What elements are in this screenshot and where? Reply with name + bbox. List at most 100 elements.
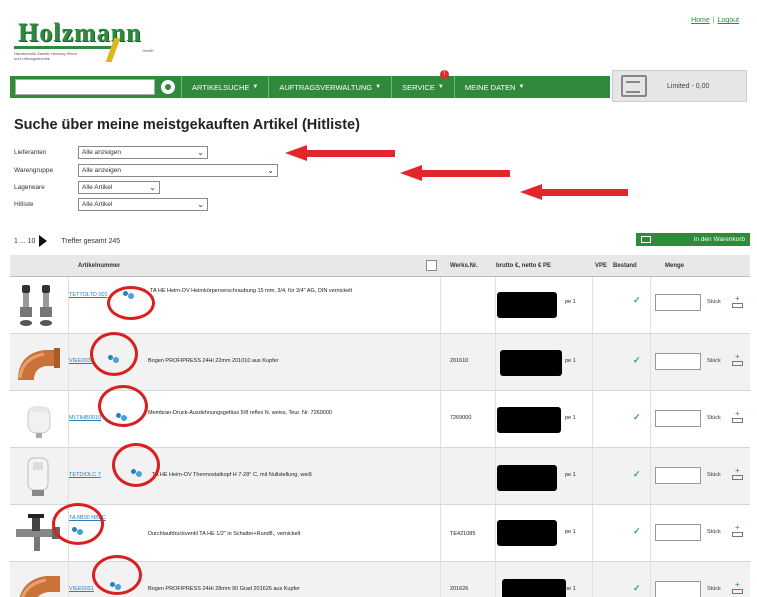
product-image-expansion-vessel (27, 406, 51, 438)
page-range: 1 ... 10 (14, 237, 36, 245)
hitliste-select[interactable]: Alle Artikel ⌄ (78, 197, 208, 211)
redacted-price (500, 350, 562, 376)
next-page-icon[interactable] (39, 235, 48, 247)
lagerware-select[interactable]: Alle Artikel ⌄ (78, 180, 160, 194)
nav-label: AUFTRAGSVERWALTUNG (279, 82, 373, 92)
button-label: in den Warenkorb (693, 236, 745, 243)
product-image-radiator-valve (20, 285, 52, 326)
nav-label: SERVICE (402, 82, 435, 92)
annotation-circle (98, 385, 148, 427)
quantity-input[interactable] (655, 353, 701, 370)
add-to-cart-icon[interactable]: + (732, 524, 744, 538)
check-icon: ✓ (633, 469, 641, 479)
chevron-down-icon: ⌄ (267, 165, 274, 175)
filter-lagerware: Lagerware Alle Artikel ⌄ (14, 180, 160, 194)
table-header: Artikelnummer Werks.Nr. brutto €, netto … (10, 255, 750, 277)
unit-label: Stück (707, 415, 721, 421)
nav-artikelsuche[interactable]: ARTIKELSUCHE ▼ (181, 76, 268, 98)
col-header-article-number[interactable]: Artikelnummer (78, 263, 120, 269)
logout-link[interactable]: Logout (718, 17, 739, 24)
werks-nr: 201626 (450, 586, 469, 592)
add-to-cart-icon[interactable]: + (732, 581, 744, 595)
annotation-circle (107, 286, 155, 320)
add-to-cart-icon[interactable]: + (732, 295, 744, 309)
product-image-copper-elbow (19, 576, 60, 597)
redacted-price (497, 465, 557, 491)
search-button[interactable] (161, 80, 175, 94)
hit-count: Treffer gesamt 245 (61, 237, 121, 245)
col-header-price[interactable]: brutto €, netto € PE (496, 263, 551, 269)
price-unit: pe 1 (565, 586, 576, 592)
product-image-thermostat-head (27, 457, 49, 496)
quantity-input[interactable] (655, 467, 701, 484)
article-number-link[interactable]: TETDIOLC 7 (69, 472, 101, 478)
quantity-input[interactable] (655, 524, 701, 541)
lieferanten-select[interactable]: Alle anzeigen ⌄ (78, 145, 208, 159)
home-link[interactable]: Home (691, 17, 710, 24)
quantity-input[interactable] (655, 294, 701, 311)
article-number-link[interactable]: MLTIHB0019 (69, 415, 101, 421)
logo-small-text: GmbH (142, 48, 154, 53)
check-icon: ✓ (633, 526, 641, 536)
add-to-cart-icon[interactable]: + (732, 410, 744, 424)
annotation-arrow (400, 165, 510, 181)
chevron-down-icon: ⌄ (149, 182, 156, 192)
filter-lieferanten: Lieferanten Alle anzeigen ⌄ (14, 145, 208, 159)
cart-summary[interactable]: Limited - 0,00 (612, 70, 747, 102)
price-unit: pe 1 (565, 299, 576, 305)
add-to-cart-icon[interactable]: + (732, 353, 744, 367)
logo-text: Holzmann (18, 18, 142, 47)
article-description: TA HE Heim-OV Thermostatkopf H 7-28° C, … (152, 472, 313, 478)
col-header-vpe[interactable]: VPE (595, 263, 607, 269)
werks-nr: 7269000 (450, 415, 472, 421)
col-header-stock[interactable]: Bestand (613, 263, 637, 269)
filter-label: Lieferanten (14, 148, 47, 156)
col-header-werks-nr[interactable]: Werks.Nr. (450, 263, 478, 269)
nav-label: ARTIKELSUCHE (192, 82, 250, 92)
warengruppe-select[interactable]: Alle anzeigen ⌄ (78, 163, 278, 177)
annotation-circle (112, 443, 160, 487)
product-image-copper-elbow (18, 348, 60, 380)
unit-label: Stück (707, 358, 721, 364)
filter-label: Lagerware (14, 183, 45, 191)
article-number-link[interactable]: VIEE0031 (69, 586, 94, 592)
annotation-arrow (520, 184, 628, 200)
annotation-arrow (285, 145, 395, 161)
nav-auftragsverwaltung[interactable]: AUFTRAGSVERWALTUNG ▼ (268, 76, 391, 98)
article-number-link[interactable]: TETTOLTD 001 (69, 292, 108, 298)
filter-warengruppe: Warengruppe Alle anzeigen ⌄ (14, 163, 278, 177)
search-input[interactable] (15, 79, 155, 95)
price-unit: pe 1 (565, 358, 576, 364)
check-icon: ✓ (633, 295, 641, 305)
cart-total: Limited - 0,00 (667, 82, 710, 90)
werks-nr: TE421085 (450, 531, 476, 537)
print-icon[interactable] (426, 260, 437, 271)
chevron-down-icon: ⌄ (197, 147, 204, 157)
redacted-price (497, 520, 557, 546)
top-links: Home | Logout (691, 17, 739, 24)
quantity-input[interactable] (655, 410, 701, 427)
add-to-cart-button[interactable]: in den Warenkorb (636, 233, 750, 246)
add-to-cart-icon[interactable]: + (732, 467, 744, 481)
search-icon (165, 84, 171, 90)
logo[interactable]: Holzmann Haustechnik Sanitär Heizung Kli… (14, 18, 162, 62)
cart-icon (641, 236, 651, 243)
article-description: Bogen PROFIPRESS 24Hi 28mm 90 Grad 20162… (148, 586, 300, 592)
annotation-circle (52, 503, 104, 545)
nav-service[interactable]: SERVICE ▼! (391, 70, 454, 98)
col-header-quantity[interactable]: Menge (665, 263, 684, 269)
unit-label: Stück (707, 472, 721, 478)
nav-label: MEINE DATEN (464, 82, 516, 92)
select-value: Alle anzeigen (82, 148, 122, 156)
article-description: Durchlaufdruckventil TA HE 1/2" in Schal… (148, 531, 301, 537)
logo-tagline: Haustechnik Sanitär Heizung Klima und Lü… (14, 51, 77, 61)
filter-hitliste: Hitliste Alle Artikel ⌄ (14, 197, 208, 211)
link-separator: | (712, 17, 715, 24)
caret-down-icon: ▼ (518, 84, 525, 90)
check-icon: ✓ (633, 412, 641, 422)
quantity-input[interactable] (655, 581, 701, 597)
nav-meine-daten[interactable]: MEINE DATEN ▼ (453, 76, 535, 98)
unit-label: Stück (707, 299, 721, 305)
chevron-down-icon: ⌄ (197, 199, 204, 209)
price-unit: pe 1 (565, 472, 576, 478)
